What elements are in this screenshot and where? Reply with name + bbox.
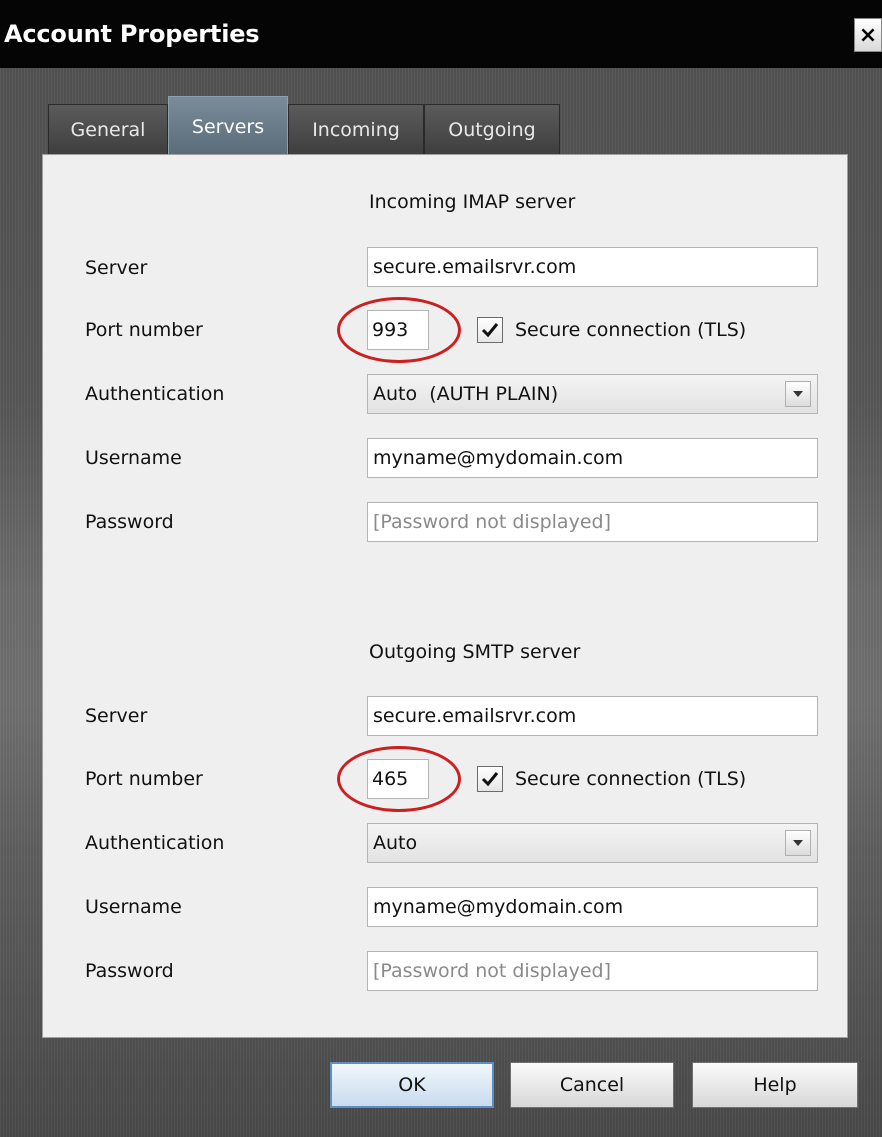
incoming-section-title: Incoming IMAP server	[369, 191, 576, 213]
tab-incoming[interactable]: Incoming	[288, 104, 424, 154]
outgoing-username-label: Username	[85, 896, 182, 918]
outgoing-server-input[interactable]: secure.emailsrvr.com	[367, 696, 818, 736]
outgoing-auth-value: Auto	[373, 832, 418, 854]
incoming-username-label: Username	[85, 447, 182, 469]
incoming-username-input[interactable]: myname@mydomain.com	[367, 438, 818, 478]
tab-label: Incoming	[312, 118, 400, 141]
outgoing-section-title: Outgoing SMTP server	[369, 641, 581, 663]
window-title: Account Properties	[4, 20, 260, 48]
servers-panel: Incoming IMAP server Server secure.email…	[42, 154, 848, 1038]
outgoing-port-input[interactable]: 465	[367, 759, 429, 799]
help-button[interactable]: Help	[692, 1062, 858, 1108]
outgoing-auth-select[interactable]: Auto	[367, 823, 818, 863]
chevron-down-icon[interactable]	[785, 830, 811, 856]
outgoing-auth-label: Authentication	[85, 832, 225, 854]
outgoing-server-label: Server	[85, 705, 148, 727]
checkmark-icon	[481, 323, 499, 338]
outgoing-secure-checkbox[interactable]	[477, 766, 503, 792]
incoming-auth-value: Auto (AUTH PLAIN)	[373, 383, 559, 405]
outgoing-password-input[interactable]: [Password not displayed]	[367, 951, 818, 991]
tab-servers[interactable]: Servers	[168, 96, 288, 156]
incoming-password-input[interactable]: [Password not displayed]	[367, 502, 818, 542]
tab-label: Servers	[191, 115, 265, 138]
account-properties-window: Account Properties × General Servers Inc…	[0, 0, 882, 1137]
chevron-down-icon[interactable]	[785, 381, 811, 407]
title-bar: Account Properties ×	[0, 0, 882, 68]
tab-general[interactable]: General	[48, 104, 168, 154]
tab-label: Outgoing	[448, 118, 536, 141]
incoming-port-label: Port number	[85, 319, 203, 341]
cancel-button[interactable]: Cancel	[510, 1062, 674, 1108]
outgoing-username-input[interactable]: myname@mydomain.com	[367, 887, 818, 927]
incoming-secure-label: Secure connection (TLS)	[515, 319, 747, 341]
incoming-secure-checkbox[interactable]	[477, 317, 503, 343]
outgoing-secure-label: Secure connection (TLS)	[515, 768, 747, 790]
tab-outgoing[interactable]: Outgoing	[424, 104, 560, 154]
incoming-auth-select[interactable]: Auto (AUTH PLAIN)	[367, 374, 818, 414]
tab-label: General	[70, 118, 146, 141]
outgoing-port-label: Port number	[85, 768, 203, 790]
incoming-server-input[interactable]: secure.emailsrvr.com	[367, 247, 818, 287]
ok-button[interactable]: OK	[330, 1062, 494, 1108]
incoming-password-label: Password	[85, 511, 174, 533]
close-icon: ×	[858, 22, 878, 48]
incoming-auth-label: Authentication	[85, 383, 225, 405]
checkmark-icon	[481, 772, 499, 787]
incoming-port-input[interactable]: 993	[367, 310, 429, 350]
close-button[interactable]: ×	[854, 18, 882, 52]
outgoing-password-label: Password	[85, 960, 174, 982]
incoming-server-label: Server	[85, 257, 148, 279]
